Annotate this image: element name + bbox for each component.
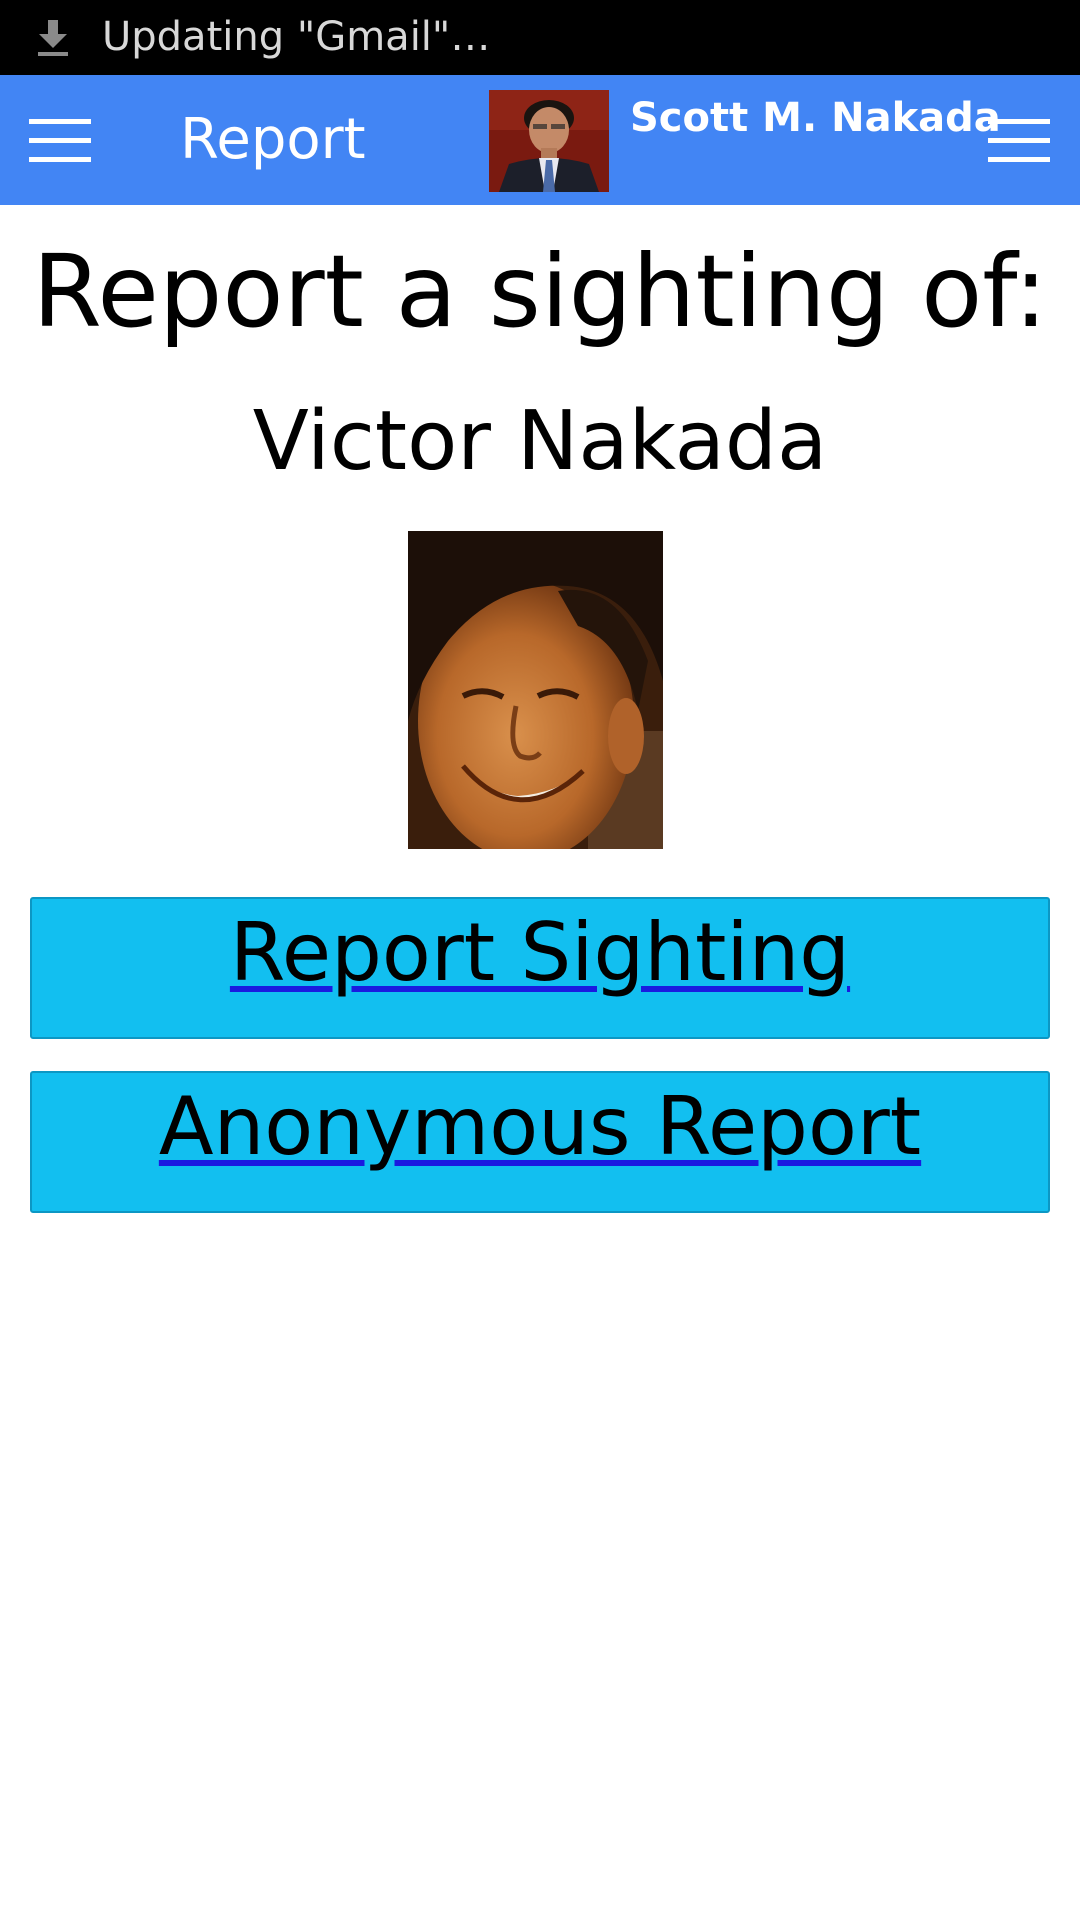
menu-icon[interactable] <box>29 119 91 163</box>
app-bar: Report Scott M. Nakada <box>0 75 1080 205</box>
report-sighting-button[interactable]: Report Sighting <box>30 897 1050 1039</box>
anonymous-report-button[interactable]: Anonymous Report <box>30 1071 1050 1213</box>
page-title: Report <box>180 107 366 172</box>
person-photo <box>408 531 663 849</box>
download-icon <box>38 20 68 56</box>
person-name: Victor Nakada <box>252 394 828 489</box>
user-name: Scott M. Nakada <box>630 95 1001 141</box>
report-heading: Report a sighting of: <box>32 233 1048 350</box>
menu-icon[interactable] <box>988 119 1050 163</box>
status-notification-text: Updating "Gmail"… <box>102 14 491 60</box>
avatar[interactable] <box>489 90 609 192</box>
report-sighting-link[interactable]: Report Sighting <box>230 905 850 1001</box>
status-bar: Updating "Gmail"… <box>0 0 1080 75</box>
anonymous-report-link[interactable]: Anonymous Report <box>159 1079 921 1175</box>
